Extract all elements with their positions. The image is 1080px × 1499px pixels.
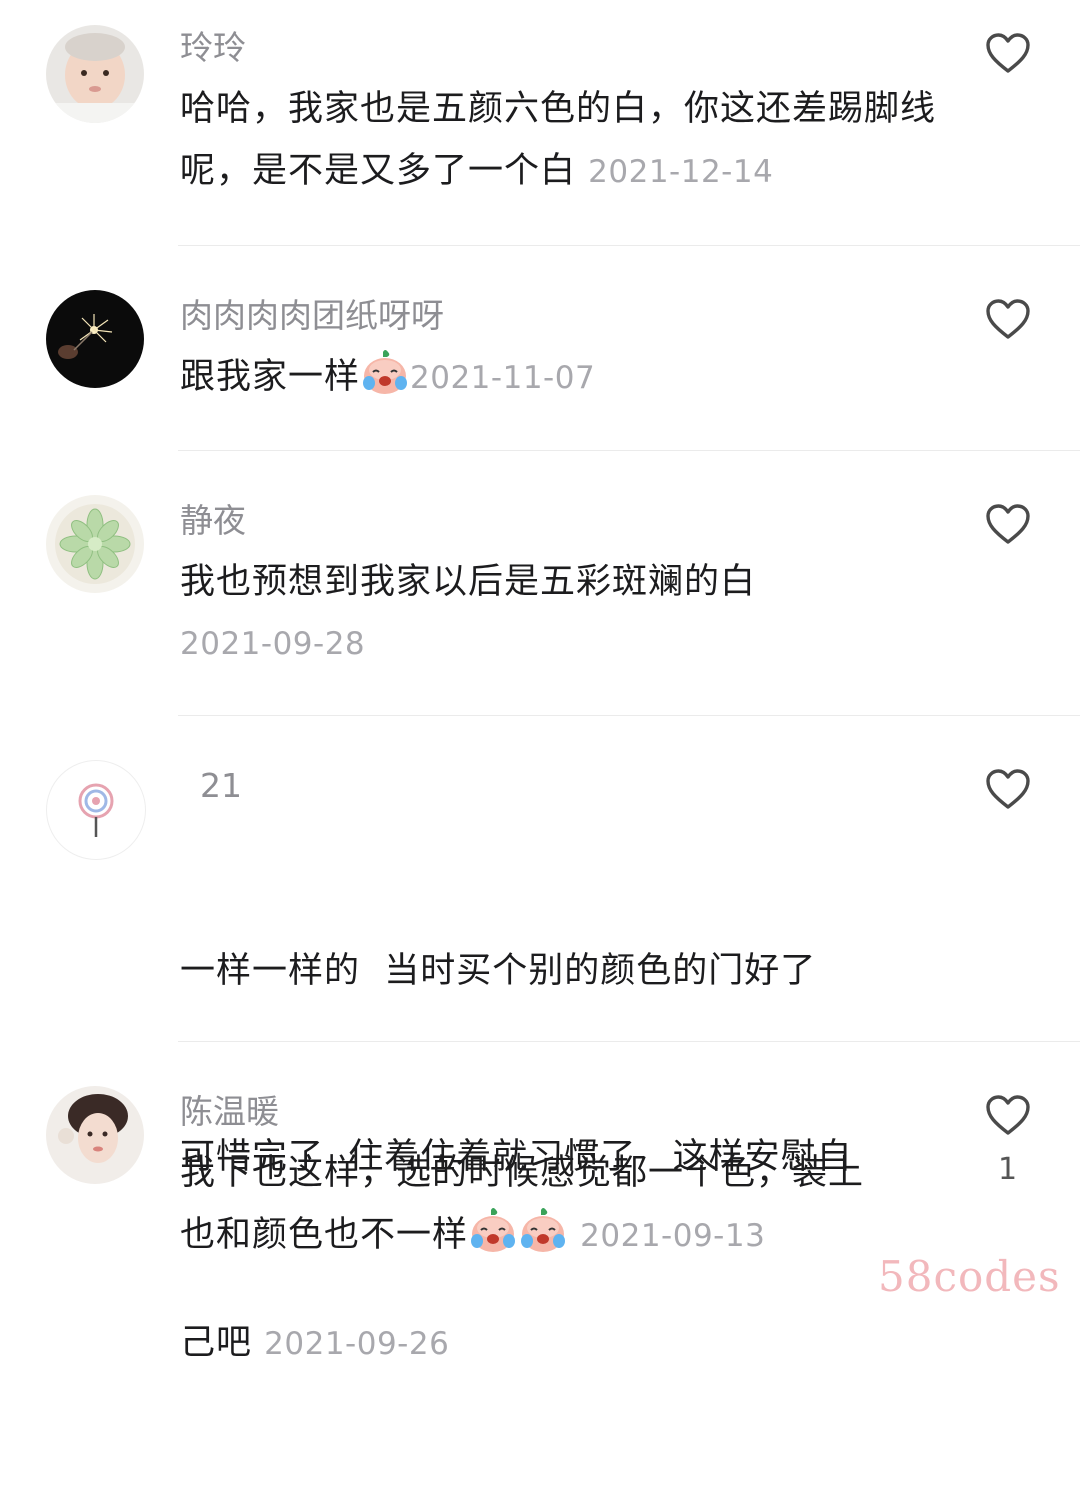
comment-item: 肉肉肉肉团纸呀呀 跟我家一样 2021-11-07 <box>0 246 1080 450</box>
like-heart-icon[interactable] <box>985 298 1031 340</box>
timestamp: 2021-11-07 <box>410 360 596 396</box>
comment-body: 哈哈，我家也是五颜六色的白，你这还差踢脚线呢，是不是又多了一个白 <box>180 89 937 191</box>
comment-body: 我也预想到我家以后是五彩斑斓的白 <box>180 562 757 602</box>
comment-item: 静夜 我也预想到我家以后是五彩斑斓的白 2021-09-28 <box>0 451 1080 715</box>
like-heart-icon[interactable] <box>985 32 1031 74</box>
timestamp: 2021-09-28 <box>180 626 366 662</box>
comment-text: 跟我家一样 2021-11-07 <box>180 346 950 409</box>
baby-avatar-image <box>56 33 134 123</box>
comment-line: 也和颜色也不一样 2021-09-13 <box>180 1204 950 1267</box>
comment-line: 一样一样的 当时买个别的颜色的门好了 <box>180 951 817 991</box>
timestamp: 2021-09-26 <box>264 1326 450 1362</box>
lollipop-avatar-image <box>78 783 114 837</box>
avatar[interactable] <box>46 25 144 123</box>
username[interactable]: 肉肉肉肉团纸呀呀 <box>180 296 444 336</box>
crying-face-emoji-icon <box>363 350 408 394</box>
crying-face-emoji-icon <box>521 1208 566 1252</box>
username-text: 21 <box>200 766 242 805</box>
avatar[interactable] <box>46 760 146 860</box>
comment-line-text: 己吧 <box>180 1323 253 1363</box>
avatar[interactable] <box>46 290 144 388</box>
comment-body: 跟我家一样 <box>180 357 361 397</box>
comment-text: 我也预想到我家以后是五彩斑斓的白 2021-09-28 <box>180 551 950 675</box>
comment-line: 己吧 2021-09-26 <box>180 1312 950 1375</box>
username[interactable]: 陈温暖 <box>180 1092 279 1132</box>
comment-item: 玲玲 哈哈，我家也是五颜六色的白，你这还差踢脚线呢，是不是又多了一个白 2021… <box>0 0 1080 245</box>
timestamp: 2021-12-14 <box>588 154 774 190</box>
avatar[interactable] <box>46 495 144 593</box>
sparkler-avatar-image <box>58 314 113 359</box>
username[interactable]: 静夜 <box>180 501 246 541</box>
like-heart-icon[interactable] <box>985 768 1031 810</box>
comment-text: 我下也这样，选的时候感觉都一个色，装上 也和颜色也不一样 2021-09-13 <box>180 1142 950 1267</box>
timestamp: 2021-09-13 <box>580 1218 766 1254</box>
comment-line: 我下也这样，选的时候感觉都一个色，装上 <box>180 1153 865 1193</box>
watermark: 58codes <box>878 1252 1061 1301</box>
crying-face-emoji-icon <box>471 1208 516 1252</box>
like-heart-icon[interactable] <box>985 1094 1031 1136</box>
username[interactable]: 玲玲 <box>180 28 246 68</box>
username[interactable]: 21 <box>200 766 242 806</box>
woman-avatar-image <box>58 1094 128 1163</box>
succulent-avatar-image <box>55 504 135 584</box>
like-heart-icon[interactable] <box>985 503 1031 545</box>
comment-line-text: 也和颜色也不一样 <box>180 1215 469 1255</box>
comment-text: 哈哈，我家也是五颜六色的白，你这还差踢脚线呢，是不是又多了一个白 2021-12… <box>180 78 950 203</box>
like-count: 1 <box>998 1152 1018 1187</box>
comment-item: 21 一样一样的 当时买个别的颜色的门好了 可惜完了 住着住着就习惯了 这样安慰… <box>0 716 1080 1363</box>
avatar[interactable] <box>46 1086 144 1184</box>
